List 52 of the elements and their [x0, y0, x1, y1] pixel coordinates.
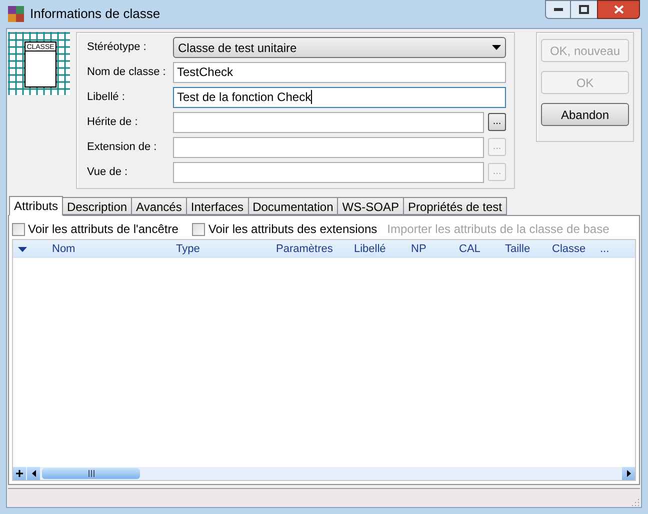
tab[interactable]: Avancés — [131, 197, 187, 215]
column-header[interactable]: Paramètres — [276, 240, 354, 258]
text-field[interactable] — [173, 162, 484, 182]
field-label: Hérite de : — [86, 114, 139, 130]
tab[interactable]: Description — [62, 197, 132, 215]
field-label: Nom de classe : — [86, 64, 167, 80]
field-label: Extension de : — [86, 140, 158, 155]
scroll-left-button[interactable] — [27, 467, 40, 480]
plus-icon — [16, 470, 23, 477]
checkbox[interactable] — [192, 222, 206, 236]
minimize-button[interactable] — [545, 0, 571, 19]
maximize-button[interactable] — [571, 0, 597, 19]
scrollbar-thumb[interactable] — [42, 468, 140, 479]
tab[interactable]: Propriétés de test — [402, 197, 508, 215]
stereotype-dropdown[interactable]: Classe de test unitaire — [173, 37, 506, 58]
dropdown-arrow-icon — [492, 45, 501, 50]
field-label: Libellé : — [86, 90, 126, 105]
field-label: Stéréotype : — [86, 40, 148, 56]
column-header[interactable]: Libellé — [354, 240, 411, 258]
column-header[interactable]: Type — [176, 240, 276, 258]
column-header[interactable]: NP — [411, 240, 459, 258]
column-header[interactable]: Taille — [505, 240, 552, 258]
text-field[interactable] — [173, 136, 484, 158]
dialog-button[interactable]: Abandon — [541, 103, 629, 126]
left-arrow-icon — [32, 470, 36, 477]
tab[interactable]: WS-SOAP — [337, 197, 404, 215]
tab[interactable]: Attributs — [9, 196, 64, 216]
checkbox-label: Voir les attributs des extensions — [208, 221, 378, 238]
app-icon — [8, 6, 24, 22]
text-field[interactable] — [173, 112, 484, 132]
minimize-icon — [554, 8, 562, 11]
sort-arrow-icon — [18, 246, 27, 252]
column-header[interactable]: ... — [600, 240, 630, 258]
window-title: Informations de classe — [30, 5, 160, 24]
checkbox-label: Voir les attributs de l'ancêtre — [28, 221, 178, 238]
text-field[interactable]: TestCheck — [173, 62, 506, 82]
column-header[interactable]: Nom — [52, 240, 176, 258]
tab[interactable]: Documentation — [248, 197, 338, 215]
maximize-icon — [579, 5, 589, 14]
close-button[interactable] — [597, 0, 640, 19]
text-field[interactable]: Test de la fonction Check — [173, 86, 506, 108]
tab[interactable]: Interfaces — [186, 197, 249, 215]
column-header[interactable]: CAL — [459, 240, 505, 258]
checkbox[interactable] — [12, 222, 25, 236]
field-label: Vue de : — [86, 164, 129, 180]
column-header[interactable]: Classe — [552, 240, 600, 258]
close-icon — [614, 5, 624, 14]
browse-button[interactable]: ... — [488, 113, 506, 131]
grip-icon — [88, 470, 94, 477]
add-row-button[interactable] — [13, 467, 26, 480]
right-arrow-icon — [626, 470, 630, 477]
scroll-right-button[interactable] — [622, 467, 635, 480]
